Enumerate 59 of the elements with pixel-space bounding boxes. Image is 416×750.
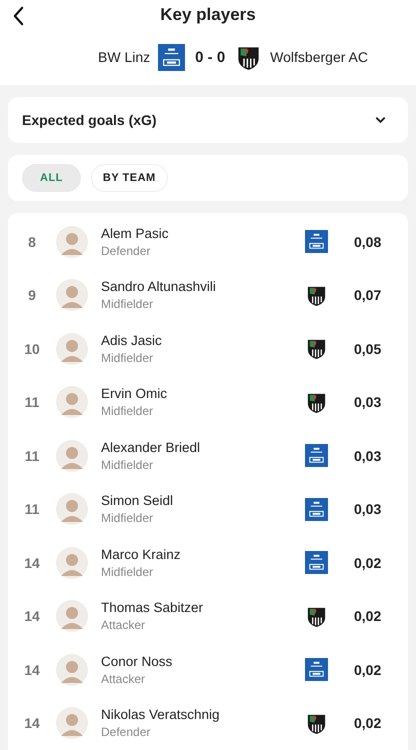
player-avatar-icon [56, 226, 88, 258]
filter-tab[interactable]: BY TEAM [90, 164, 168, 192]
player-position: Attacker [101, 618, 146, 632]
player-name: Conor Noss [101, 654, 174, 669]
player-rank: 11 [24, 394, 40, 410]
player-avatar-icon [56, 386, 88, 418]
home-team-name: BW Linz [98, 49, 150, 66]
player-avatar-icon [56, 654, 88, 686]
player-name: Ervin Omic [101, 386, 168, 402]
xg-value: 0,03 [354, 448, 382, 464]
xg-value: 0,08 [354, 234, 382, 250]
xg-value: 0,02 [354, 554, 382, 571]
player-rank: 14 [23, 715, 41, 732]
xg-value: 0,03 [354, 501, 382, 518]
player-rank: 11 [24, 448, 40, 464]
xg-value: 0,07 [354, 287, 382, 304]
player-name: Sandro Altunashvili [101, 279, 217, 294]
player-rank: 14 [23, 608, 41, 624]
player-position: Midfielder [101, 404, 154, 418]
player-position: Midfielder [101, 458, 154, 472]
xg-value: 0,02 [354, 662, 382, 678]
player-rank: 14 [23, 554, 41, 571]
player-name: Simon Seidl [101, 493, 174, 508]
match-score: 0 - 0 [195, 48, 226, 66]
player-position: Attacker [101, 672, 146, 686]
player-rank: 10 [23, 340, 41, 357]
player-avatar-icon [56, 546, 88, 579]
player-avatar-icon [56, 707, 88, 740]
player-rank: 11 [24, 501, 40, 518]
xg-value: 0,02 [354, 715, 382, 732]
xg-value: 0,03 [354, 394, 382, 410]
page-title: Key players [160, 4, 256, 25]
player-name: Alexander Briedl [101, 440, 202, 455]
player-name: Alem Pasic [101, 226, 170, 241]
player-name: Thomas Sabitzer [101, 600, 204, 616]
xg-value: 0,05 [354, 340, 382, 357]
square-crest-icon [158, 44, 186, 71]
player-position: Midfielder [101, 350, 154, 365]
xg-value: 0,02 [354, 608, 382, 624]
player-name: Nikolas Veratschnig [101, 707, 221, 722]
player-position: Midfielder [101, 564, 154, 579]
player-position: Midfielder [101, 297, 154, 312]
player-position: Defender [101, 725, 152, 740]
player-avatar-icon [56, 279, 88, 312]
player-position: Defender [101, 244, 152, 258]
player-avatar-icon [56, 332, 88, 365]
player-position: Midfielder [101, 511, 154, 526]
player-name: Marco Krainz [101, 546, 182, 562]
away-team-name: Wolfsberger AC [270, 49, 368, 66]
chevron-down-icon [375, 116, 386, 124]
player-rank: 14 [23, 662, 41, 678]
player-avatar-icon [56, 440, 88, 472]
player-avatar-icon [56, 600, 88, 632]
player-rank: 8 [27, 234, 37, 250]
back-icon[interactable] [12, 6, 25, 26]
player-name: Adis Jasic [101, 332, 163, 348]
stat-dropdown[interactable]: Expected goals (xG) [8, 97, 408, 143]
player-rank: 9 [27, 287, 37, 304]
player-avatar-icon [56, 493, 88, 526]
